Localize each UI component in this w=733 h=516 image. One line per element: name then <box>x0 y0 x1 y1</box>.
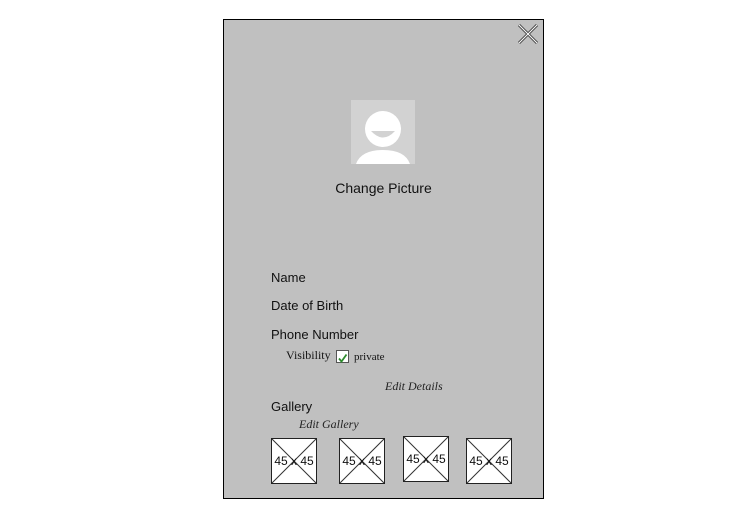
edit-details-link[interactable]: Edit Details <box>385 379 443 394</box>
visibility-label: Visibility <box>286 348 331 362</box>
profile-panel: Change Picture Name Date of Birth Phone … <box>223 19 544 499</box>
thumbnail-size-label: 45 x 45 <box>342 454 382 468</box>
thumbnail-size-label: 45 x 45 <box>274 454 314 468</box>
phone-number-label: Phone Number <box>271 327 359 342</box>
gallery-thumbnail[interactable]: 45 x 45 <box>466 438 512 484</box>
thumbnail-size-label: 45 x 45 <box>469 454 509 468</box>
edit-gallery-link[interactable]: Edit Gallery <box>299 417 359 432</box>
change-picture-link[interactable]: Change Picture <box>224 180 543 196</box>
private-label: private <box>354 351 385 363</box>
name-label: Name <box>271 270 306 285</box>
date-of-birth-label: Date of Birth <box>271 298 344 313</box>
user-avatar-icon[interactable] <box>351 100 415 164</box>
checkmark-icon <box>338 353 348 363</box>
close-icon[interactable] <box>517 23 539 45</box>
gallery-label: Gallery <box>271 399 313 414</box>
gallery-thumbnail[interactable]: 45 x 45 <box>339 438 385 484</box>
private-checkbox[interactable] <box>336 350 349 363</box>
gallery-thumbnail[interactable]: 45 x 45 <box>403 436 449 482</box>
gallery-thumbnail[interactable]: 45 x 45 <box>271 438 317 484</box>
thumbnail-size-label: 45 x 45 <box>406 452 446 466</box>
